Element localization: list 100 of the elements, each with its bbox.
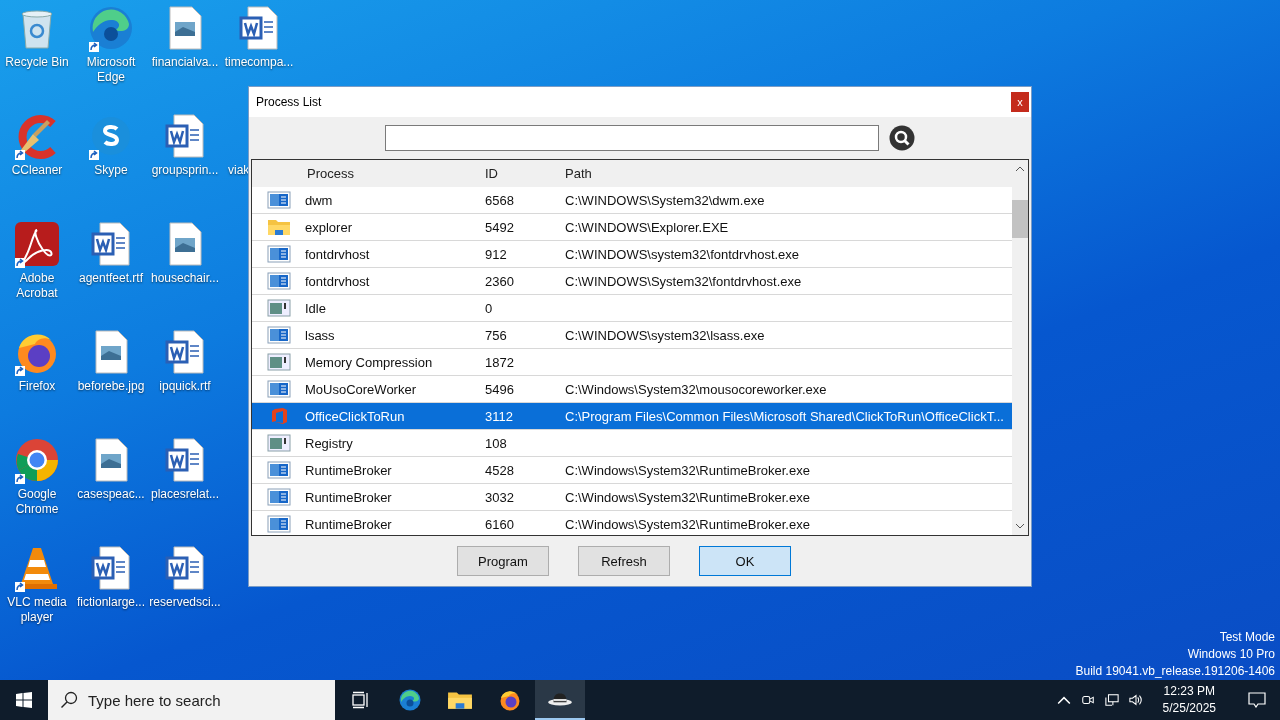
window-icon: [266, 326, 291, 344]
process-row[interactable]: fontdrvhost 2360 C:\WINDOWS\System32\fontdrvhost.exe: [252, 268, 1012, 295]
taskbar-app-button[interactable]: [535, 680, 585, 720]
process-path: C:\WINDOWS\System32\dwm.exe: [565, 192, 765, 208]
process-row[interactable]: RuntimeBroker 4528 C:\Windows\System32\RuntimeBroker.exe: [252, 457, 1012, 484]
icon-label[interactable]: casespeac...: [77, 487, 145, 502]
dialog-button[interactable]: Refresh: [578, 546, 670, 576]
process-id: 3032: [485, 489, 515, 505]
process-id: 756: [485, 327, 508, 343]
swirl-logo-icon: [397, 688, 423, 712]
dialog-button[interactable]: OK: [699, 546, 791, 576]
window-icon: [266, 488, 291, 506]
scroll-up-icon[interactable]: [1015, 166, 1025, 172]
task-view-icon: [351, 691, 369, 709]
icon-label[interactable]: Google Chrome: [0, 487, 74, 517]
taskbar-search-field[interactable]: Type here to search: [48, 680, 335, 720]
icon-label[interactable]: timecompa...: [224, 55, 294, 70]
icon-label[interactable]: VLC media player: [0, 595, 74, 625]
column-header[interactable]: Path: [565, 166, 592, 181]
icon-label[interactable]: Adobe Acrobat: [0, 271, 74, 301]
process-path: C:\Windows\System32\RuntimeBroker.exe: [565, 489, 810, 505]
windows-logo-icon: [16, 692, 32, 708]
icon-label[interactable]: groupsprin...: [151, 163, 219, 178]
dialog-button[interactable]: Program: [457, 546, 549, 576]
process-id: 1872: [485, 354, 515, 370]
process-path: C:\Windows\System32\mousocoreworker.exe: [565, 381, 827, 397]
window-title: Process List: [256, 95, 323, 109]
process-row[interactable]: lsass 756 C:\WINDOWS\system32\lsass.exe: [252, 322, 1012, 349]
process-row[interactable]: Memory Compression 1872: [252, 349, 1012, 376]
process-id: 2360: [485, 273, 515, 289]
icon-label[interactable]: Microsoft Edge: [74, 55, 148, 85]
window-icon: [266, 353, 291, 371]
close-button[interactable]: x: [1011, 92, 1029, 112]
process-path: C:\Windows\System32\RuntimeBroker.exe: [565, 462, 810, 478]
clock[interactable]: 12:23 PM 5/25/2025: [1152, 683, 1226, 717]
process-id: 4528: [485, 462, 515, 478]
process-id: 3112: [485, 408, 514, 424]
process-name: lsass: [305, 327, 336, 343]
icon-label[interactable]: ipquick.rtf: [159, 379, 211, 394]
process-name: OfficeClickToRun: [305, 408, 406, 424]
clock-time: 12:23 PM: [1163, 683, 1215, 700]
process-row[interactable]: fontdrvhost 912 C:\WINDOWS\system32\fontdrvhost.exe: [252, 241, 1012, 268]
process-id: 6160: [485, 516, 515, 532]
icon-label[interactable]: agentfeet.rtf: [78, 271, 143, 286]
speaker-icon[interactable]: [1128, 693, 1143, 707]
process-name: Memory Compression: [305, 354, 434, 370]
process-name: RuntimeBroker: [305, 489, 393, 505]
system-notice: Windows 10 Pro: [1187, 646, 1275, 663]
notification-icon[interactable]: [1248, 692, 1266, 708]
search-icon: [60, 691, 78, 709]
camera-icon[interactable]: [1080, 693, 1095, 707]
icon-label[interactable]: viak: [222, 163, 250, 178]
icon-label[interactable]: Firefox: [18, 379, 56, 394]
icon-label[interactable]: financialva...: [151, 55, 219, 70]
scroll-down-icon[interactable]: [1015, 523, 1025, 529]
icon-label[interactable]: reservedsci...: [149, 595, 221, 610]
folder-icon: [266, 218, 291, 236]
window-icon: [266, 380, 291, 398]
process-row[interactable]: explorer 5492 C:\WINDOWS\Explorer.EXE: [252, 214, 1012, 241]
icon-label[interactable]: CCleaner: [11, 163, 63, 178]
process-row[interactable]: RuntimeBroker 3032 C:\Windows\System32\RuntimeBroker.exe: [252, 484, 1012, 511]
window-icon: [266, 299, 291, 317]
scrollbar[interactable]: [1012, 160, 1028, 535]
icon-label[interactable]: placesrelat...: [150, 487, 219, 502]
process-name: Registry: [305, 435, 354, 451]
system-notice: Test Mode: [1219, 629, 1275, 646]
process-id: 912: [485, 246, 508, 262]
window-icon: [266, 515, 291, 533]
process-path: C:\WINDOWS\Explorer.EXE: [565, 219, 729, 235]
search-field[interactable]: [385, 125, 879, 151]
process-name: dwm: [305, 192, 334, 208]
scroll-thumb[interactable]: [1012, 200, 1028, 238]
search-icon[interactable]: [889, 125, 915, 151]
icon-label[interactable]: Recycle Bin: [5, 55, 69, 70]
process-row[interactable]: Registry 108: [252, 430, 1012, 457]
process-row[interactable]: dwm 6568 C:\WINDOWS\System32\dwm.exe: [252, 187, 1012, 214]
process-name: MoUsoCoreWorker: [305, 381, 417, 397]
icon-label[interactable]: fictionlarge...: [76, 595, 145, 610]
icon-label[interactable]: Skype: [94, 163, 128, 178]
clock-date: 5/25/2025: [1162, 700, 1216, 717]
process-row[interactable]: OfficeClickToRun 3112 C:\Program Files\Common Files\Microsoft Shared\ClickToRun\OfficeClickT...: [252, 403, 1012, 430]
circle-logo-icon: [13, 436, 61, 484]
process-row[interactable]: Idle 0: [252, 295, 1012, 322]
icon-label[interactable]: beforebe.jpg: [77, 379, 145, 394]
process-name: fontdrvhost: [305, 273, 371, 289]
network-icon[interactable]: [1104, 693, 1119, 707]
window-icon: [266, 434, 291, 452]
window-icon: [266, 245, 291, 263]
column-header[interactable]: ID: [485, 166, 565, 181]
column-header[interactable]: Process: [305, 166, 485, 181]
process-path: C:\WINDOWS\System32\fontdrvhost.exe: [565, 273, 802, 289]
process-row[interactable]: RuntimeBroker 6160 C:\Windows\System32\RuntimeBroker.exe: [252, 511, 1012, 535]
process-id: 5496: [485, 381, 515, 397]
system-notice: Build 19041.vb_release.191206-1406: [1075, 663, 1275, 680]
process-id: 0: [485, 300, 494, 316]
process-path: C:\WINDOWS\system32\lsass.exe: [565, 327, 765, 343]
icon-label[interactable]: housechair...: [150, 271, 219, 286]
process-name: fontdrvhost: [305, 246, 371, 262]
process-name: RuntimeBroker: [305, 462, 393, 478]
swirl-logo-icon: [87, 4, 135, 52]
